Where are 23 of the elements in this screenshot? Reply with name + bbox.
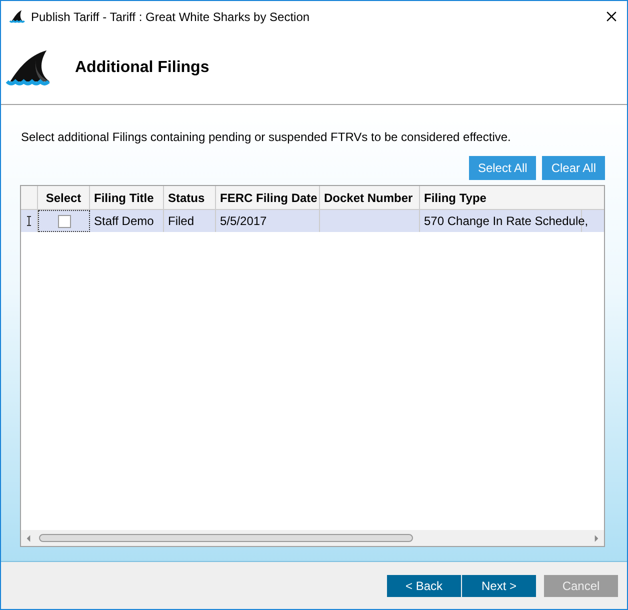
horizontal-scrollbar[interactable] xyxy=(21,530,604,546)
table-cell: Staff Demo xyxy=(94,214,154,228)
shark-fin-icon xyxy=(9,9,27,24)
next-button[interactable]: Next > xyxy=(462,574,536,596)
checkbox[interactable] xyxy=(58,214,70,228)
window-title: Publish Tariff - Tariff : Great White Sharks by Section xyxy=(31,10,310,24)
table-cell: 5/5/2017 xyxy=(220,214,267,228)
column-header[interactable]: Filing Type xyxy=(420,186,604,209)
instruction-text: Select additional Filings containing pending or suspended FTRVs to be considered effective. xyxy=(21,130,512,144)
scroll-left-icon[interactable] xyxy=(26,534,31,542)
column-header[interactable]: FERC Filing Date xyxy=(216,186,320,209)
table-cell: 570 Change In Rate Schedule, xyxy=(424,214,588,228)
text-cursor-icon xyxy=(26,216,32,226)
close-icon[interactable] xyxy=(606,11,617,22)
scroll-right-icon[interactable] xyxy=(594,534,599,542)
column-header[interactable]: Status xyxy=(164,186,216,209)
back-button[interactable]: < Back xyxy=(387,574,461,596)
table-cell: Filed xyxy=(168,214,194,228)
column-header[interactable]: Select xyxy=(38,186,90,209)
page-title: Additional Filings xyxy=(75,59,210,77)
table-row[interactable]: Staff Demo Filed 5/5/2017 570 Change In Rate Schedule, xyxy=(21,210,604,232)
column-header[interactable]: Filing Title xyxy=(90,186,164,209)
column-header[interactable]: Docket Number xyxy=(320,186,420,209)
